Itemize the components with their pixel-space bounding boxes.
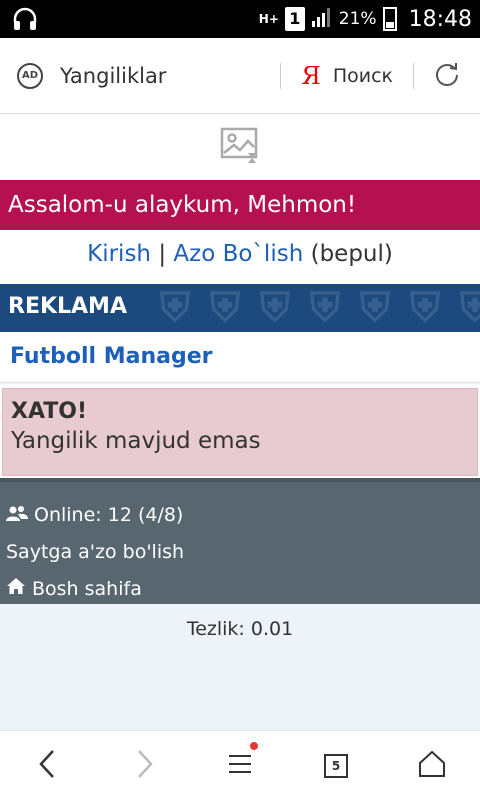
online-count: Online: 12 (4/8)	[34, 503, 184, 526]
site-logo[interactable]	[0, 114, 480, 180]
join-site-link[interactable]: Saytga a'zo bo'lish	[6, 533, 474, 570]
tabs-count-badge: 5	[324, 753, 348, 778]
home-button[interactable]	[402, 736, 462, 796]
error-box: XATO! Yangilik mavjud emas	[2, 388, 478, 476]
clock: 18:48	[408, 6, 472, 32]
adblock-icon: AD	[17, 62, 43, 89]
hamburger-menu-icon	[228, 752, 252, 780]
online-users-link[interactable]: Online: 12 (4/8)	[6, 496, 474, 533]
login-link[interactable]: Kirish	[87, 241, 151, 267]
home-link[interactable]: Bosh sahifa	[6, 570, 474, 607]
sim-indicator: 1	[284, 7, 305, 31]
ad-link-futboll-manager[interactable]: Futboll Manager	[0, 332, 480, 384]
auth-links: Kirish | Azo Bo`lish (bepul)	[0, 230, 480, 282]
menu-button[interactable]	[210, 736, 270, 796]
ad-header: ⛨ ⛨ ⛨ ⛨ ⛨ ⛨ ⛨ REKLAMA	[0, 284, 480, 332]
join-label: Saytga a'zo bo'lish	[6, 540, 185, 563]
load-speed: Tezlik: 0.01	[186, 618, 294, 640]
search-button[interactable]: Я Поиск	[281, 62, 413, 90]
yandex-logo-icon: Я	[301, 61, 321, 90]
users-icon	[6, 504, 28, 526]
home-outline-icon	[418, 750, 446, 782]
register-link[interactable]: Azo Bo`lish	[173, 241, 303, 267]
back-button[interactable]	[18, 736, 78, 796]
error-title: XATO!	[11, 399, 88, 424]
tabs-button[interactable]: 5	[306, 736, 366, 796]
status-bar: H+ 1 21% 18:48	[0, 0, 480, 38]
network-type: H+	[258, 11, 279, 26]
browser-toolbar: AD Yangiliklar Я Поиск	[0, 38, 480, 114]
home-label: Bosh sahifa	[32, 577, 142, 600]
battery-icon	[382, 7, 397, 31]
chevron-right-icon	[134, 749, 154, 783]
forward-button[interactable]	[114, 736, 174, 796]
info-panel: Online: 12 (4/8) Saytga a'zo bo'lish Bos…	[0, 478, 480, 604]
headphones-icon	[12, 6, 38, 36]
page-footer: Tezlik: 0.01	[0, 604, 480, 730]
battery-percent: 21%	[338, 9, 377, 29]
ad-header-label: REKLAMA	[8, 294, 127, 319]
club-crest-pattern: ⛨ ⛨ ⛨ ⛨ ⛨ ⛨ ⛨	[160, 285, 480, 331]
search-label: Поиск	[332, 64, 393, 87]
greeting-banner: Assalom-u alaykum, Mehmon!	[0, 180, 480, 230]
page-title[interactable]: Yangiliklar	[60, 64, 280, 88]
separator: |	[158, 241, 167, 267]
browser-bottom-nav: 5	[0, 730, 480, 800]
chevron-left-icon	[38, 749, 58, 783]
register-note: (bepul)	[310, 241, 393, 267]
notification-dot	[250, 741, 258, 750]
image-loading-icon	[220, 125, 260, 169]
signal-icon	[311, 7, 333, 32]
reload-icon	[433, 60, 461, 92]
error-message: Yangilik mavjud emas	[11, 428, 261, 454]
adblock-button[interactable]: AD	[0, 62, 60, 89]
reload-button[interactable]	[414, 60, 480, 92]
home-icon	[6, 577, 26, 600]
